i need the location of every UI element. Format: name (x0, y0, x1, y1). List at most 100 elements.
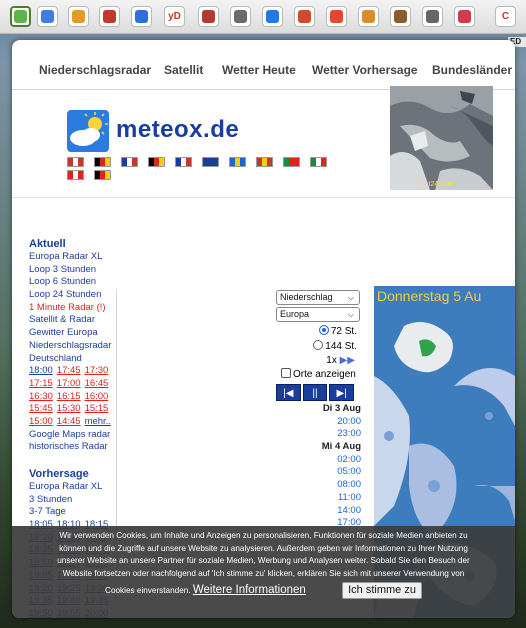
more-info-link[interactable]: Weitere Informationen (193, 584, 306, 596)
time-link[interactable]: mehr.. (85, 416, 111, 427)
time-link-row: 17:15 17:00 16:45 (29, 378, 117, 391)
language-flag-icon[interactable] (256, 157, 273, 167)
cloud-button[interactable] (230, 6, 251, 27)
sidebar-link[interactable]: Loop 3 Stunden (29, 264, 117, 277)
satellite-thumbnail[interactable]: Sat24.com (390, 86, 493, 190)
radio-selected-icon[interactable] (318, 325, 329, 335)
tools-button[interactable] (294, 6, 315, 27)
time-link[interactable]: 17:15 (29, 378, 53, 389)
schedule-time[interactable]: 23:00 (274, 428, 361, 441)
sat-label: Sat24.com (420, 181, 454, 188)
time-link[interactable]: 18:00 (29, 365, 53, 376)
sidebar-link[interactable]: Loop 6 Stunden (29, 276, 117, 289)
time-link[interactable]: 17:00 (57, 378, 81, 389)
time-link[interactable]: 16:00 (85, 391, 109, 402)
reload-button[interactable]: C (495, 6, 516, 27)
schedule-time[interactable]: 05:00 (274, 466, 361, 479)
skip-back-button[interactable]: |◀ (276, 384, 301, 401)
schedule-time[interactable]: 02:00 (274, 454, 361, 467)
yd-button[interactable]: yD (164, 6, 185, 27)
ublock-button[interactable] (198, 6, 219, 27)
language-flag-icon[interactable] (202, 157, 219, 167)
ublock-icon (202, 10, 215, 23)
radio-unselected-icon[interactable] (313, 340, 324, 350)
sidebar-link[interactable]: Europa Radar XL (29, 251, 117, 264)
top-navigation: Niederschlagsradar Satellit Wetter Heute We… (12, 40, 515, 90)
time-link[interactable]: 16:30 (29, 391, 53, 402)
tag-icon (362, 10, 375, 23)
nav-link[interactable]: Satellit (164, 63, 203, 77)
section-title-vorhersage[interactable]: Vorhersage (29, 468, 117, 481)
sidebar-link[interactable]: Satellit & Radar (29, 314, 117, 327)
tag-button[interactable] (358, 6, 379, 27)
grid-button[interactable] (37, 6, 58, 27)
keyboard-button[interactable] (99, 6, 120, 27)
sidebar-link[interactable]: Deutschland (29, 353, 117, 366)
language-flag-icon[interactable] (121, 157, 138, 167)
language-flag-icon[interactable] (94, 170, 111, 180)
language-flag-icon[interactable] (175, 157, 192, 167)
nav-link[interactable]: Wetter Heute (222, 63, 296, 77)
pause-button[interactable]: || (302, 384, 328, 401)
language-flag-icon[interactable] (67, 170, 84, 180)
time-link[interactable]: 15:00 (29, 416, 53, 427)
section-title-aktuell[interactable]: Aktuell (29, 238, 117, 251)
folder-icon (266, 10, 279, 23)
folder-button[interactable] (262, 6, 283, 27)
cookie-button[interactable] (390, 6, 411, 27)
sidebar-link[interactable]: Niederschlagsradar (29, 340, 117, 353)
weather-button[interactable] (10, 6, 31, 27)
language-flag-icon[interactable] (310, 157, 327, 167)
language-flag-icon[interactable] (67, 157, 84, 167)
sidebar-link[interactable]: 3-7 Tage (29, 506, 117, 519)
time-link[interactable]: 15:30 (57, 403, 81, 414)
language-flag-icon[interactable] (229, 157, 246, 167)
nav-link[interactable]: Wetter Vorhersage (312, 63, 418, 77)
sidebar-link[interactable]: 3 Stunden (29, 494, 117, 507)
schedule-time[interactable]: 14:00 (274, 505, 361, 518)
schedule-time[interactable]: 20:00 (274, 416, 361, 429)
time-link[interactable]: 16:15 (57, 391, 81, 402)
places-checkbox-label: Orte anzeigen (293, 369, 356, 380)
gear-button[interactable] (422, 6, 443, 27)
pocket-button[interactable] (454, 6, 475, 27)
sidebar-link-1min[interactable]: 1 Minute Radar (!) (29, 302, 117, 315)
language-flag-icon[interactable] (148, 157, 165, 167)
fast-forward-icon[interactable]: ▶▶ (340, 355, 355, 366)
schedule-time[interactable]: 11:00 (274, 492, 361, 505)
agree-button[interactable]: Ich stimme zu (342, 581, 422, 599)
language-flag-icon[interactable] (283, 157, 300, 167)
nav-link[interactable]: Niederschlagsradar (39, 63, 151, 77)
time-link[interactable]: 14:45 (57, 416, 81, 427)
logo-text: meteox.de (116, 116, 240, 143)
speed-control[interactable]: 1x ▶▶ (274, 354, 363, 367)
checkbox-icon[interactable] (281, 368, 291, 378)
time-link[interactable]: 15:45 (29, 403, 53, 414)
schedule-time[interactable]: 08:00 (274, 479, 361, 492)
precipitation-select-value: Niederschlag (280, 292, 333, 302)
sidebar-link[interactable]: Loop 24 Stunden (29, 289, 117, 302)
translate-button[interactable] (131, 6, 152, 27)
record-button[interactable] (326, 6, 347, 27)
radio-144h[interactable]: 144 St. (274, 339, 363, 354)
nav-link[interactable]: Bundesländer (432, 63, 512, 77)
time-link[interactable]: 15:15 (85, 403, 109, 414)
cookie-text: können und die Zugriffe auf unsere Websi… (59, 543, 468, 553)
precipitation-select[interactable]: Niederschlag ⌵ (276, 290, 360, 305)
language-flag-icon[interactable] (94, 157, 111, 167)
record-icon (330, 10, 343, 23)
region-select[interactable]: Europa ⌵ (276, 307, 360, 322)
time-link[interactable]: 16:45 (85, 378, 109, 389)
radar-controls: Niederschlag ⌵ Europa ⌵ 72 St. 144 St. 1… (274, 290, 363, 530)
sidebar-link[interactable]: historisches Radar (29, 441, 117, 454)
time-link[interactable]: 17:45 (57, 365, 81, 376)
time-link[interactable]: 17:30 (85, 365, 109, 376)
skip-forward-button[interactable]: ▶| (329, 384, 355, 401)
sidebar-link[interactable]: Google Maps radar (29, 429, 117, 442)
radio-72h[interactable]: 72 St. (274, 324, 363, 339)
sidebar-link[interactable]: Europa Radar XL (29, 481, 117, 494)
sidebar-link[interactable]: Gewitter Europa (29, 327, 117, 340)
pocket-icon (458, 10, 471, 23)
palette-button[interactable] (68, 6, 89, 27)
places-checkbox[interactable]: Orte anzeigen (274, 367, 363, 383)
